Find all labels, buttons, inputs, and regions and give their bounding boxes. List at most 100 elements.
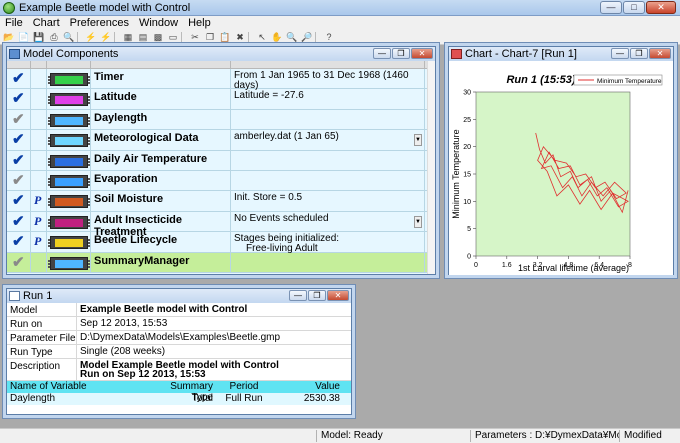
table-row[interactable]: ✔ Evaporation [7, 170, 435, 192]
hand-icon[interactable]: ✋ [270, 31, 284, 43]
variable-value: 2530.38 [303, 393, 340, 405]
zoom-out-icon[interactable]: 🔎 [300, 31, 314, 43]
checkmark-icon[interactable]: ✔ [12, 152, 25, 169]
minimize-button[interactable]: — [600, 1, 622, 14]
param-cell[interactable]: P [31, 191, 47, 211]
run-icon[interactable]: ⚡ [84, 31, 98, 43]
table-row[interactable]: ✔ P Soil Moisture Init. Store = 0.5 [7, 191, 435, 212]
checkmark-icon[interactable]: ✔ [12, 234, 25, 250]
print-icon[interactable]: ⎙ [47, 31, 61, 43]
run-info-label: Run on [7, 317, 77, 331]
param-cell[interactable] [31, 109, 47, 130]
menu-chart[interactable]: Chart [28, 16, 65, 30]
maximize-button[interactable]: □ [623, 1, 645, 14]
table-row[interactable]: Daylength Total Full Run 2530.38 [7, 393, 351, 406]
enabled-cell[interactable]: ✔ [7, 252, 31, 272]
close-button[interactable]: ✕ [646, 1, 676, 14]
enabled-cell[interactable]: ✔ [7, 89, 31, 109]
close-button[interactable]: ✕ [327, 290, 349, 301]
pointer-icon[interactable]: ↖ [255, 31, 269, 43]
table-row[interactable]: ✔ P Beetle Lifecycle Stages being initializ… [7, 232, 435, 254]
checkmark-icon[interactable]: ✔ [12, 91, 25, 107]
menu-window[interactable]: Window [134, 16, 183, 30]
table-row[interactable]: ✔ Timer From 1 Jan 1965 to 31 Dec 1968 (14… [7, 69, 435, 91]
param-cell[interactable]: P [31, 211, 47, 232]
table-row[interactable]: ✔ Meteorological Data amberley.dat (1 Jan … [7, 130, 435, 151]
chart-title-bar[interactable]: Chart - Chart-7 [Run 1] — ❐ ✕ [449, 47, 673, 61]
param-cell[interactable]: P [31, 232, 47, 252]
table-row[interactable]: ✔ SummaryManager [7, 252, 435, 273]
chart-plot[interactable]: Run 1 (15:53) Minimum Temperature 0 5 10 15… [449, 61, 673, 275]
grid-icon[interactable]: ▩ [151, 31, 165, 43]
open-file-icon[interactable]: 📄 [17, 31, 31, 43]
table-row[interactable]: ✔ Latitude Latitude = -27.6 [7, 89, 435, 110]
parameter-p-icon[interactable]: P [34, 193, 41, 208]
module-icon-cell [47, 150, 91, 170]
help-icon[interactable]: ? [322, 31, 336, 43]
table-row[interactable]: ✔ Daily Air Temperature [7, 150, 435, 171]
checkmark-icon[interactable]: ✔ [12, 172, 25, 189]
checkmark-icon[interactable]: ✔ [12, 213, 25, 230]
menu-file[interactable]: File [0, 16, 28, 30]
table-icon[interactable]: ▦ [121, 31, 135, 43]
param-cell[interactable] [31, 69, 47, 89]
menu-preferences[interactable]: Preferences [65, 16, 134, 30]
close-button[interactable]: ✕ [411, 48, 433, 59]
enabled-cell[interactable]: ✔ [7, 170, 31, 191]
checkmark-icon[interactable]: ✔ [12, 193, 25, 209]
minimize-button[interactable]: — [611, 48, 629, 59]
chart-icon[interactable]: ▭ [166, 31, 180, 43]
checkmark-icon[interactable]: ✔ [12, 111, 25, 128]
restore-button[interactable]: ❐ [308, 290, 326, 301]
run-title-bar[interactable]: Run 1 — ❐ ✕ [7, 289, 351, 303]
checkmark-icon[interactable]: ✔ [12, 132, 25, 148]
toolbar: 📂 📄 💾 ⎙ 🔍 ⚡ ⚡ ▦ ▤ ▩ ▭ ✂ ❐ 📋 ✖ ↖ ✋ 🔍 🔎 ? [0, 30, 680, 45]
run-fast-icon[interactable]: ⚡ [99, 31, 113, 43]
enabled-cell[interactable]: ✔ [7, 150, 31, 170]
col-name-of-variable[interactable]: Name of Variable [7, 381, 167, 393]
zoom-in-icon[interactable]: 🔍 [285, 31, 299, 43]
table-row[interactable]: ✔ Daylength [7, 109, 435, 131]
col-period[interactable]: Period [213, 381, 275, 393]
dropdown-arrow-icon[interactable]: ▼ [414, 215, 422, 228]
checkmark-icon[interactable]: ✔ [12, 71, 25, 87]
vertical-scrollbar[interactable] [427, 61, 435, 274]
save-icon[interactable]: 💾 [32, 31, 46, 43]
list-icon[interactable]: ▤ [136, 31, 150, 43]
param-cell[interactable] [31, 252, 47, 272]
close-button[interactable]: ✕ [649, 48, 671, 59]
param-cell[interactable] [31, 89, 47, 109]
param-cell[interactable] [31, 150, 47, 170]
dropdown-arrow-icon[interactable]: ▼ [414, 134, 422, 147]
component-info-line: amberley.dat (1 Jan 65) [234, 131, 339, 143]
enabled-cell[interactable]: ✔ [7, 191, 31, 211]
param-cell[interactable] [31, 170, 47, 191]
enabled-cell[interactable]: ✔ [7, 130, 31, 150]
col-value[interactable]: Value [275, 381, 343, 393]
enabled-cell[interactable]: ✔ [7, 232, 31, 252]
col-summary-type[interactable]: Summary Type [167, 381, 213, 403]
checkmark-icon[interactable]: ✔ [12, 254, 25, 271]
parameter-p-icon[interactable]: P [34, 214, 41, 229]
paste-icon[interactable]: 📋 [218, 31, 232, 43]
minimize-button[interactable]: — [289, 290, 307, 301]
open-folder-icon[interactable]: 📂 [2, 31, 16, 43]
restore-button[interactable]: ❐ [392, 48, 410, 59]
module-icon-cell [47, 252, 91, 272]
enabled-cell[interactable]: ✔ [7, 109, 31, 130]
minimize-button[interactable]: — [373, 48, 391, 59]
model-components-title-bar[interactable]: Model Components — ❐ ✕ [7, 47, 435, 61]
enabled-cell[interactable]: ✔ [7, 211, 31, 232]
param-cell[interactable] [31, 130, 47, 150]
y-tick-label: 30 [463, 90, 471, 97]
menu-help[interactable]: Help [183, 16, 216, 30]
enabled-cell[interactable]: ✔ [7, 69, 31, 89]
cut-icon[interactable]: ✂ [188, 31, 202, 43]
delete-icon[interactable]: ✖ [233, 31, 247, 43]
component-info-line: Init. Store = 0.5 [234, 192, 303, 204]
table-row[interactable]: ✔ P Adult Insecticide Treatment No Events s… [7, 211, 435, 238]
restore-button[interactable]: ❐ [630, 48, 648, 59]
parameter-p-icon[interactable]: P [34, 234, 41, 249]
preview-icon[interactable]: 🔍 [62, 31, 76, 43]
copy-icon[interactable]: ❐ [203, 31, 217, 43]
